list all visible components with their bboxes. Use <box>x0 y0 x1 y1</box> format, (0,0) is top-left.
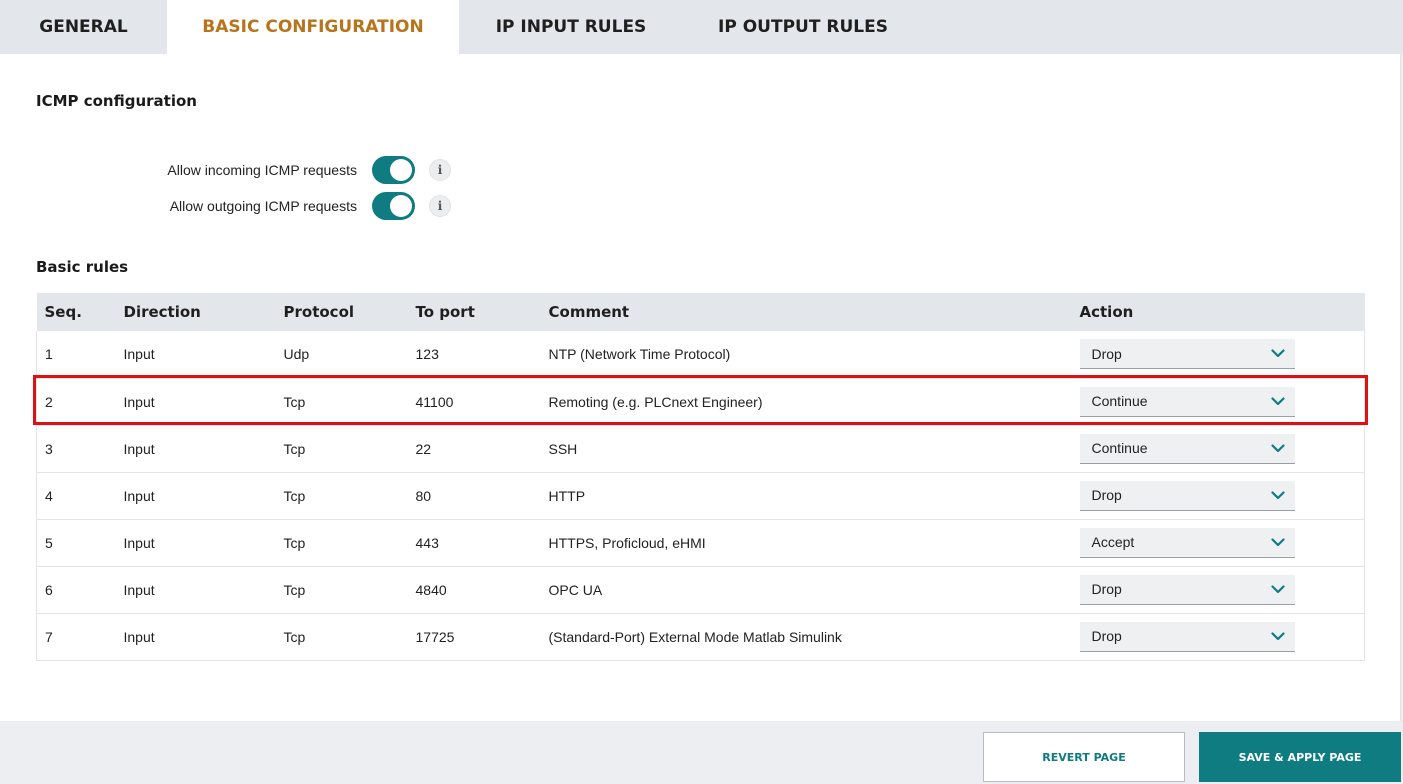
revert-page-button[interactable]: REVERT PAGE <box>983 732 1185 782</box>
cell-direction: Input <box>115 472 276 520</box>
toggle-knob <box>390 159 412 181</box>
icmp-section-title: ICMP configuration <box>36 92 197 110</box>
tab-general[interactable]: GENERAL <box>0 0 167 54</box>
action-select[interactable]: Drop <box>1079 339 1295 370</box>
action-select-value: Continue <box>1091 393 1148 409</box>
cell-port: 4840 <box>407 566 541 614</box>
basic-rules-table: Seq. Direction Protocol To port Comment … <box>36 293 1365 661</box>
column-header-to-port: To port <box>407 293 541 331</box>
tab-ip-output-rules[interactable]: IP OUTPUT RULES <box>683 0 923 54</box>
table-row: 3 Input Tcp 22 SSH Continue <box>36 425 1365 473</box>
cell-seq: 2 <box>36 378 116 426</box>
chevron-down-icon <box>1270 349 1285 358</box>
content-panel: ICMP configuration Allow incoming ICMP r… <box>0 54 1401 721</box>
action-select-value: Accept <box>1091 534 1135 550</box>
cell-comment: NTP (Network Time Protocol) <box>540 331 1072 379</box>
cell-seq: 3 <box>36 425 116 473</box>
table-row: 4 Input Tcp 80 HTTP Drop <box>36 472 1365 520</box>
cell-direction: Input <box>115 425 276 473</box>
column-header-action: Action <box>1071 293 1365 331</box>
cell-seq: 4 <box>36 472 116 520</box>
cell-protocol: Tcp <box>275 425 408 473</box>
cell-action: Drop <box>1071 472 1365 520</box>
basic-rules-title: Basic rules <box>36 258 129 276</box>
cell-seq: 7 <box>36 613 116 661</box>
column-header-seq: Seq. <box>36 293 116 331</box>
table-row: 7 Input Tcp 17725 (Standard-Port) External M… <box>36 613 1365 661</box>
cell-action: Drop <box>1071 566 1365 614</box>
info-icon[interactable]: i <box>429 159 451 181</box>
table-header-row: Seq. Direction Protocol To port Comment … <box>36 293 1365 331</box>
info-icon[interactable]: i <box>429 195 451 217</box>
cell-comment: HTTPS, Proficloud, eHMI <box>540 519 1072 567</box>
outgoing-icmp-label: Allow outgoing ICMP requests <box>169 198 357 214</box>
table-row: 1 Input Udp 123 NTP (Network Time Protocol) D… <box>36 331 1365 379</box>
cell-port: 80 <box>407 472 541 520</box>
chevron-down-icon <box>1270 631 1285 640</box>
action-select[interactable]: Accept <box>1079 527 1295 558</box>
cell-action: Continue <box>1071 425 1365 473</box>
chevron-down-icon <box>1270 396 1285 405</box>
cell-protocol: Tcp <box>275 566 408 614</box>
action-select-value: Continue <box>1091 440 1148 456</box>
action-select[interactable]: Drop <box>1079 480 1295 511</box>
cell-comment: OPC UA <box>540 566 1072 614</box>
column-header-direction: Direction <box>115 293 276 331</box>
cell-seq: 1 <box>36 331 116 379</box>
cell-comment: HTTP <box>540 472 1072 520</box>
column-header-comment: Comment <box>540 293 1072 331</box>
tab-bar: GENERAL BASIC CONFIGURATION IP INPUT RUL… <box>0 0 1403 54</box>
action-select[interactable]: Continue <box>1079 433 1295 464</box>
action-select-value: Drop <box>1091 628 1122 644</box>
cell-direction: Input <box>115 519 276 567</box>
tab-basic-configuration[interactable]: BASIC CONFIGURATION <box>167 0 459 54</box>
cell-direction: Input <box>115 331 276 379</box>
cell-comment: (Standard-Port) External Mode Matlab Sim… <box>540 613 1072 661</box>
incoming-icmp-toggle[interactable] <box>372 156 415 184</box>
cell-direction: Input <box>115 566 276 614</box>
cell-protocol: Udp <box>275 331 408 379</box>
table-row: 6 Input Tcp 4840 OPC UA Drop <box>36 566 1365 614</box>
toggle-knob <box>390 195 412 217</box>
cell-port: 443 <box>407 519 541 567</box>
action-select[interactable]: Drop <box>1079 574 1295 605</box>
cell-action: Drop <box>1071 613 1365 661</box>
action-select-value: Drop <box>1091 581 1122 597</box>
cell-action: Accept <box>1071 519 1365 567</box>
chevron-down-icon <box>1270 443 1285 452</box>
column-header-protocol: Protocol <box>275 293 408 331</box>
outgoing-icmp-toggle[interactable] <box>372 192 415 220</box>
incoming-icmp-label: Allow incoming ICMP requests <box>167 162 357 178</box>
action-select[interactable]: Continue <box>1079 386 1295 417</box>
chevron-down-icon <box>1270 584 1285 593</box>
cell-protocol: Tcp <box>275 613 408 661</box>
cell-seq: 5 <box>36 519 116 567</box>
cell-direction: Input <box>115 378 276 426</box>
cell-port: 41100 <box>407 378 541 426</box>
cell-port: 123 <box>407 331 541 379</box>
cell-action: Continue <box>1071 378 1365 426</box>
cell-protocol: Tcp <box>275 378 408 426</box>
chevron-down-icon <box>1270 537 1285 546</box>
outgoing-icmp-row: Allow outgoing ICMP requests i <box>36 191 466 221</box>
cell-port: 17725 <box>407 613 541 661</box>
cell-direction: Input <box>115 613 276 661</box>
action-select-value: Drop <box>1091 487 1122 503</box>
cell-action: Drop <box>1071 331 1365 379</box>
cell-comment: Remoting (e.g. PLCnext Engineer) <box>540 378 1072 426</box>
cell-protocol: Tcp <box>275 519 408 567</box>
tab-ip-input-rules[interactable]: IP INPUT RULES <box>459 0 683 54</box>
incoming-icmp-row: Allow incoming ICMP requests i <box>36 155 466 185</box>
cell-seq: 6 <box>36 566 116 614</box>
table-row: 2 Input Tcp 41100 Remoting (e.g. PLCnext Eng… <box>36 378 1365 426</box>
cell-port: 22 <box>407 425 541 473</box>
rules-body: 1 Input Udp 123 NTP (Network Time Protocol) D… <box>36 331 1365 661</box>
action-select-value: Drop <box>1091 345 1122 362</box>
action-select[interactable]: Drop <box>1079 621 1295 652</box>
cell-protocol: Tcp <box>275 472 408 520</box>
table-row: 5 Input Tcp 443 HTTPS, Proficloud, eHMI Accep… <box>36 519 1365 567</box>
cell-comment: SSH <box>540 425 1072 473</box>
save-apply-page-button[interactable]: SAVE & APPLY PAGE <box>1199 732 1401 782</box>
chevron-down-icon <box>1270 490 1285 499</box>
